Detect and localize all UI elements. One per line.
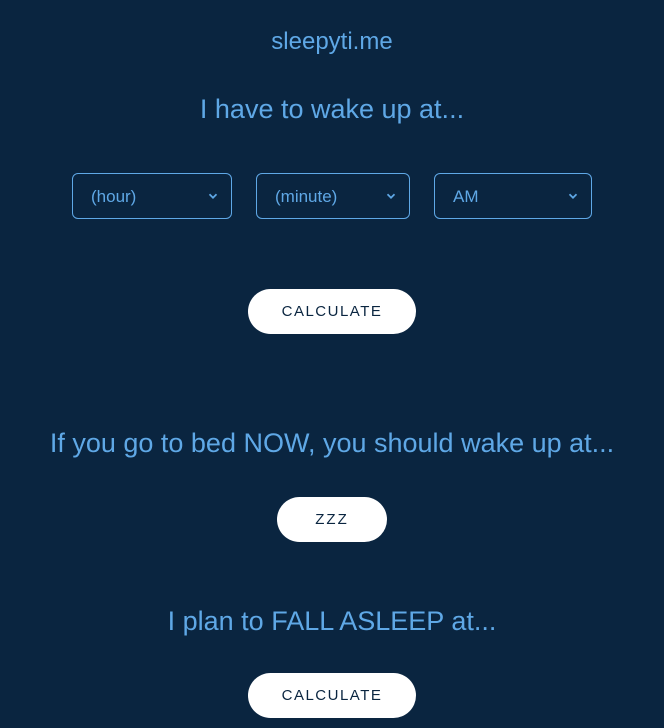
wake-up-heading: I have to wake up at... bbox=[200, 94, 464, 125]
calculate-asleep-button[interactable]: CALCULATE bbox=[248, 673, 417, 718]
ampm-select-wrap: AM bbox=[434, 173, 592, 219]
minute-select-wrap: (minute) bbox=[256, 173, 410, 219]
minute-select[interactable]: (minute) bbox=[256, 173, 410, 219]
zzz-button-wrap: ZZZ bbox=[277, 497, 387, 542]
bed-now-heading: If you go to bed NOW, you should wake up… bbox=[50, 428, 614, 459]
main-container: sleepyti.me I have to wake up at... (hou… bbox=[0, 0, 664, 718]
fall-asleep-heading: I plan to FALL ASLEEP at... bbox=[168, 606, 497, 637]
hour-select-wrap: (hour) bbox=[72, 173, 232, 219]
ampm-select[interactable]: AM bbox=[434, 173, 592, 219]
time-selects-row: (hour) (minute) AM bbox=[72, 173, 592, 219]
hour-select[interactable]: (hour) bbox=[72, 173, 232, 219]
zzz-button[interactable]: ZZZ bbox=[277, 497, 387, 542]
calculate-wake-button[interactable]: CALCULATE bbox=[248, 289, 417, 334]
site-title: sleepyti.me bbox=[271, 28, 392, 56]
